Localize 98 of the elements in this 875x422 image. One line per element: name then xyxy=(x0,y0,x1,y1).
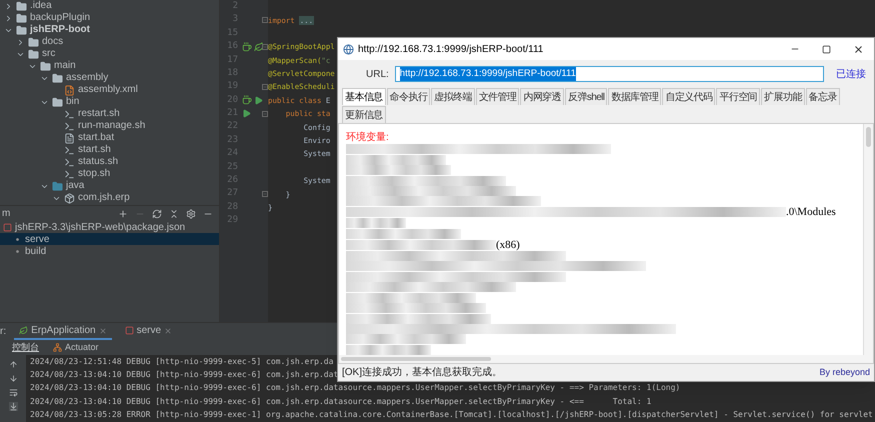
folder-icon xyxy=(16,12,27,24)
bullet-icon xyxy=(16,238,19,240)
tree-item[interactable]: src xyxy=(42,48,56,60)
soft-wrap-icon[interactable] xyxy=(8,388,18,397)
tree-item[interactable]: status.sh xyxy=(78,156,118,168)
horizontal-scrollbar[interactable] xyxy=(338,355,874,363)
tab[interactable]: 自定义代码 xyxy=(662,88,716,105)
script-item[interactable]: serve xyxy=(0,233,219,245)
tree-item[interactable]: stop.sh xyxy=(78,168,110,180)
script-file-icon xyxy=(64,156,75,168)
console-tab[interactable]: Actuator xyxy=(53,340,99,354)
vertical-scrollbar[interactable] xyxy=(863,124,873,355)
chevron-right-icon[interactable] xyxy=(4,2,13,10)
section-heading: 环境变量: xyxy=(346,132,390,144)
env-text-fragment: (x86) xyxy=(496,238,520,253)
leaf-icon xyxy=(19,326,28,335)
folder-icon xyxy=(52,72,63,84)
tab[interactable]: 更新信息 xyxy=(342,106,386,123)
bullet-icon xyxy=(16,250,19,252)
tree-item[interactable]: restart.sh xyxy=(78,108,120,120)
log-line: 2024/08/23-13:04:10 DEBUG [http-nio-9999-exec-6] com.jsh.erp.datasource.mappers.UserMapper.selectByPrimaryKey - ==> Parameters: 1(Long) xyxy=(30,382,680,394)
script-name: build xyxy=(25,244,46,258)
url-label: URL: xyxy=(366,68,389,82)
chevron-right-icon[interactable] xyxy=(16,38,25,46)
tab[interactable]: 扩展功能 xyxy=(761,88,805,105)
settings-icon[interactable] xyxy=(186,208,196,218)
scroll-to-end-icon[interactable] xyxy=(8,402,18,411)
bean-icon[interactable] xyxy=(242,42,252,52)
package-icon xyxy=(64,192,75,204)
down-arrow-icon[interactable] xyxy=(8,374,18,383)
close-icon[interactable] xyxy=(853,44,864,54)
tab[interactable]: 虚拟终端 xyxy=(431,88,475,105)
status-message: [OK]连接成功，基本信息获取完成。 xyxy=(342,366,502,380)
npm-icon xyxy=(124,326,134,335)
tree-item[interactable]: main xyxy=(54,60,76,72)
tree-item[interactable]: com.jsh.erp xyxy=(78,192,130,204)
tree-item[interactable]: start.bat xyxy=(78,132,114,144)
tab[interactable]: 平行空间 xyxy=(716,88,760,105)
log-line: 2024/08/23-13:05:28 ERROR [http-nio-9999-exec-1] org.apache.catalina.core.ContainerBase.[Tomcat].[localhost].[/jshERP-boot].[dispatcherServlet] - Servlet.service() for servlet xyxy=(30,408,873,421)
tree-item[interactable]: assembly.xml xyxy=(78,84,138,96)
chevron-right-icon[interactable] xyxy=(4,14,13,22)
connection-status-link[interactable]: 已连接 xyxy=(836,66,866,82)
tab-label: ErpApplication xyxy=(31,324,96,338)
script-item[interactable]: build xyxy=(0,245,219,257)
tree-item[interactable]: .idea xyxy=(30,0,52,12)
tab[interactable]: 文件管理 xyxy=(476,88,520,105)
run-tab[interactable]: ErpApplication xyxy=(14,323,112,340)
folder-icon xyxy=(28,48,39,60)
tab[interactable]: 基本信息 xyxy=(342,88,386,105)
xml-file-icon xyxy=(64,84,75,96)
tab[interactable]: 命令执行 xyxy=(386,88,430,105)
tab[interactable]: 数据库管理 xyxy=(608,88,662,105)
npm-icon xyxy=(3,222,12,232)
url-field[interactable]: http://192.168.73.1:9999/jshERP-boot/111 xyxy=(394,66,824,82)
maximize-icon[interactable] xyxy=(822,44,831,54)
script-file-icon xyxy=(64,120,75,132)
tab[interactable]: 内网穿透 xyxy=(520,88,564,105)
panel-title: m xyxy=(2,207,10,221)
up-arrow-icon[interactable] xyxy=(8,360,18,369)
file-icon xyxy=(64,132,75,144)
bean-icon[interactable] xyxy=(242,95,252,106)
tree-item[interactable]: start.sh xyxy=(78,144,111,156)
script-name: serve xyxy=(25,232,50,246)
tree-item[interactable]: bin xyxy=(66,96,80,108)
window-title: http://192.168.73.1:9999/jshERP-boot/111 xyxy=(358,42,544,56)
folder-icon xyxy=(16,0,27,12)
leaf-icon[interactable] xyxy=(254,42,264,52)
script-file-icon xyxy=(64,168,75,180)
folder-icon xyxy=(40,60,51,72)
tab-label: serve xyxy=(136,324,162,338)
tree-item[interactable]: backupPlugin xyxy=(30,12,90,24)
console-tab[interactable]: 控制台 xyxy=(12,340,39,354)
tree-item[interactable]: jshERP-boot xyxy=(30,24,90,36)
folder-icon xyxy=(52,180,63,192)
tree-item[interactable]: run-manage.sh xyxy=(78,120,146,132)
env-text-fragment: .0\Modules xyxy=(786,205,836,220)
panel-label: r: xyxy=(0,325,6,339)
log-line: 2024/08/23-12:51:48 DEBUG [http-nio-9999-exec-5] com.jsh.erp.da xyxy=(30,356,334,368)
add-icon[interactable] xyxy=(118,208,128,218)
network-icon xyxy=(53,343,62,352)
log-line: 2024/08/23-13:04:10 DEBUG [http-nio-9999-exec-6] com.jsh.erp.dat xyxy=(30,369,338,382)
tree-item[interactable]: assembly xyxy=(66,72,108,84)
credit-text: By rebeyond xyxy=(819,366,870,379)
collapse-icon[interactable] xyxy=(169,208,179,218)
app-icon xyxy=(343,44,354,54)
folder-icon xyxy=(28,36,39,48)
tree-item[interactable]: jshERP-3.3\jshERP-web\package.json xyxy=(15,220,186,234)
log-line: 2024/08/23-13:04:10 DEBUG [http-nio-9999-exec-6] com.jsh.erp.datasource.mappers.UserMapper.selectByPrimaryKey - <== Total: 1 xyxy=(30,396,652,408)
tab[interactable]: 备忘录 xyxy=(806,88,840,105)
script-file-icon xyxy=(64,144,75,156)
run-tab[interactable]: serve xyxy=(120,323,178,340)
tab[interactable]: 反弹shell xyxy=(565,88,608,105)
script-file-icon xyxy=(64,108,75,120)
module-folder-icon xyxy=(16,24,27,36)
tree-item[interactable]: java xyxy=(66,180,84,192)
folder-icon xyxy=(52,96,63,108)
refresh-icon[interactable] xyxy=(152,208,162,218)
tree-item[interactable]: docs xyxy=(42,36,64,48)
